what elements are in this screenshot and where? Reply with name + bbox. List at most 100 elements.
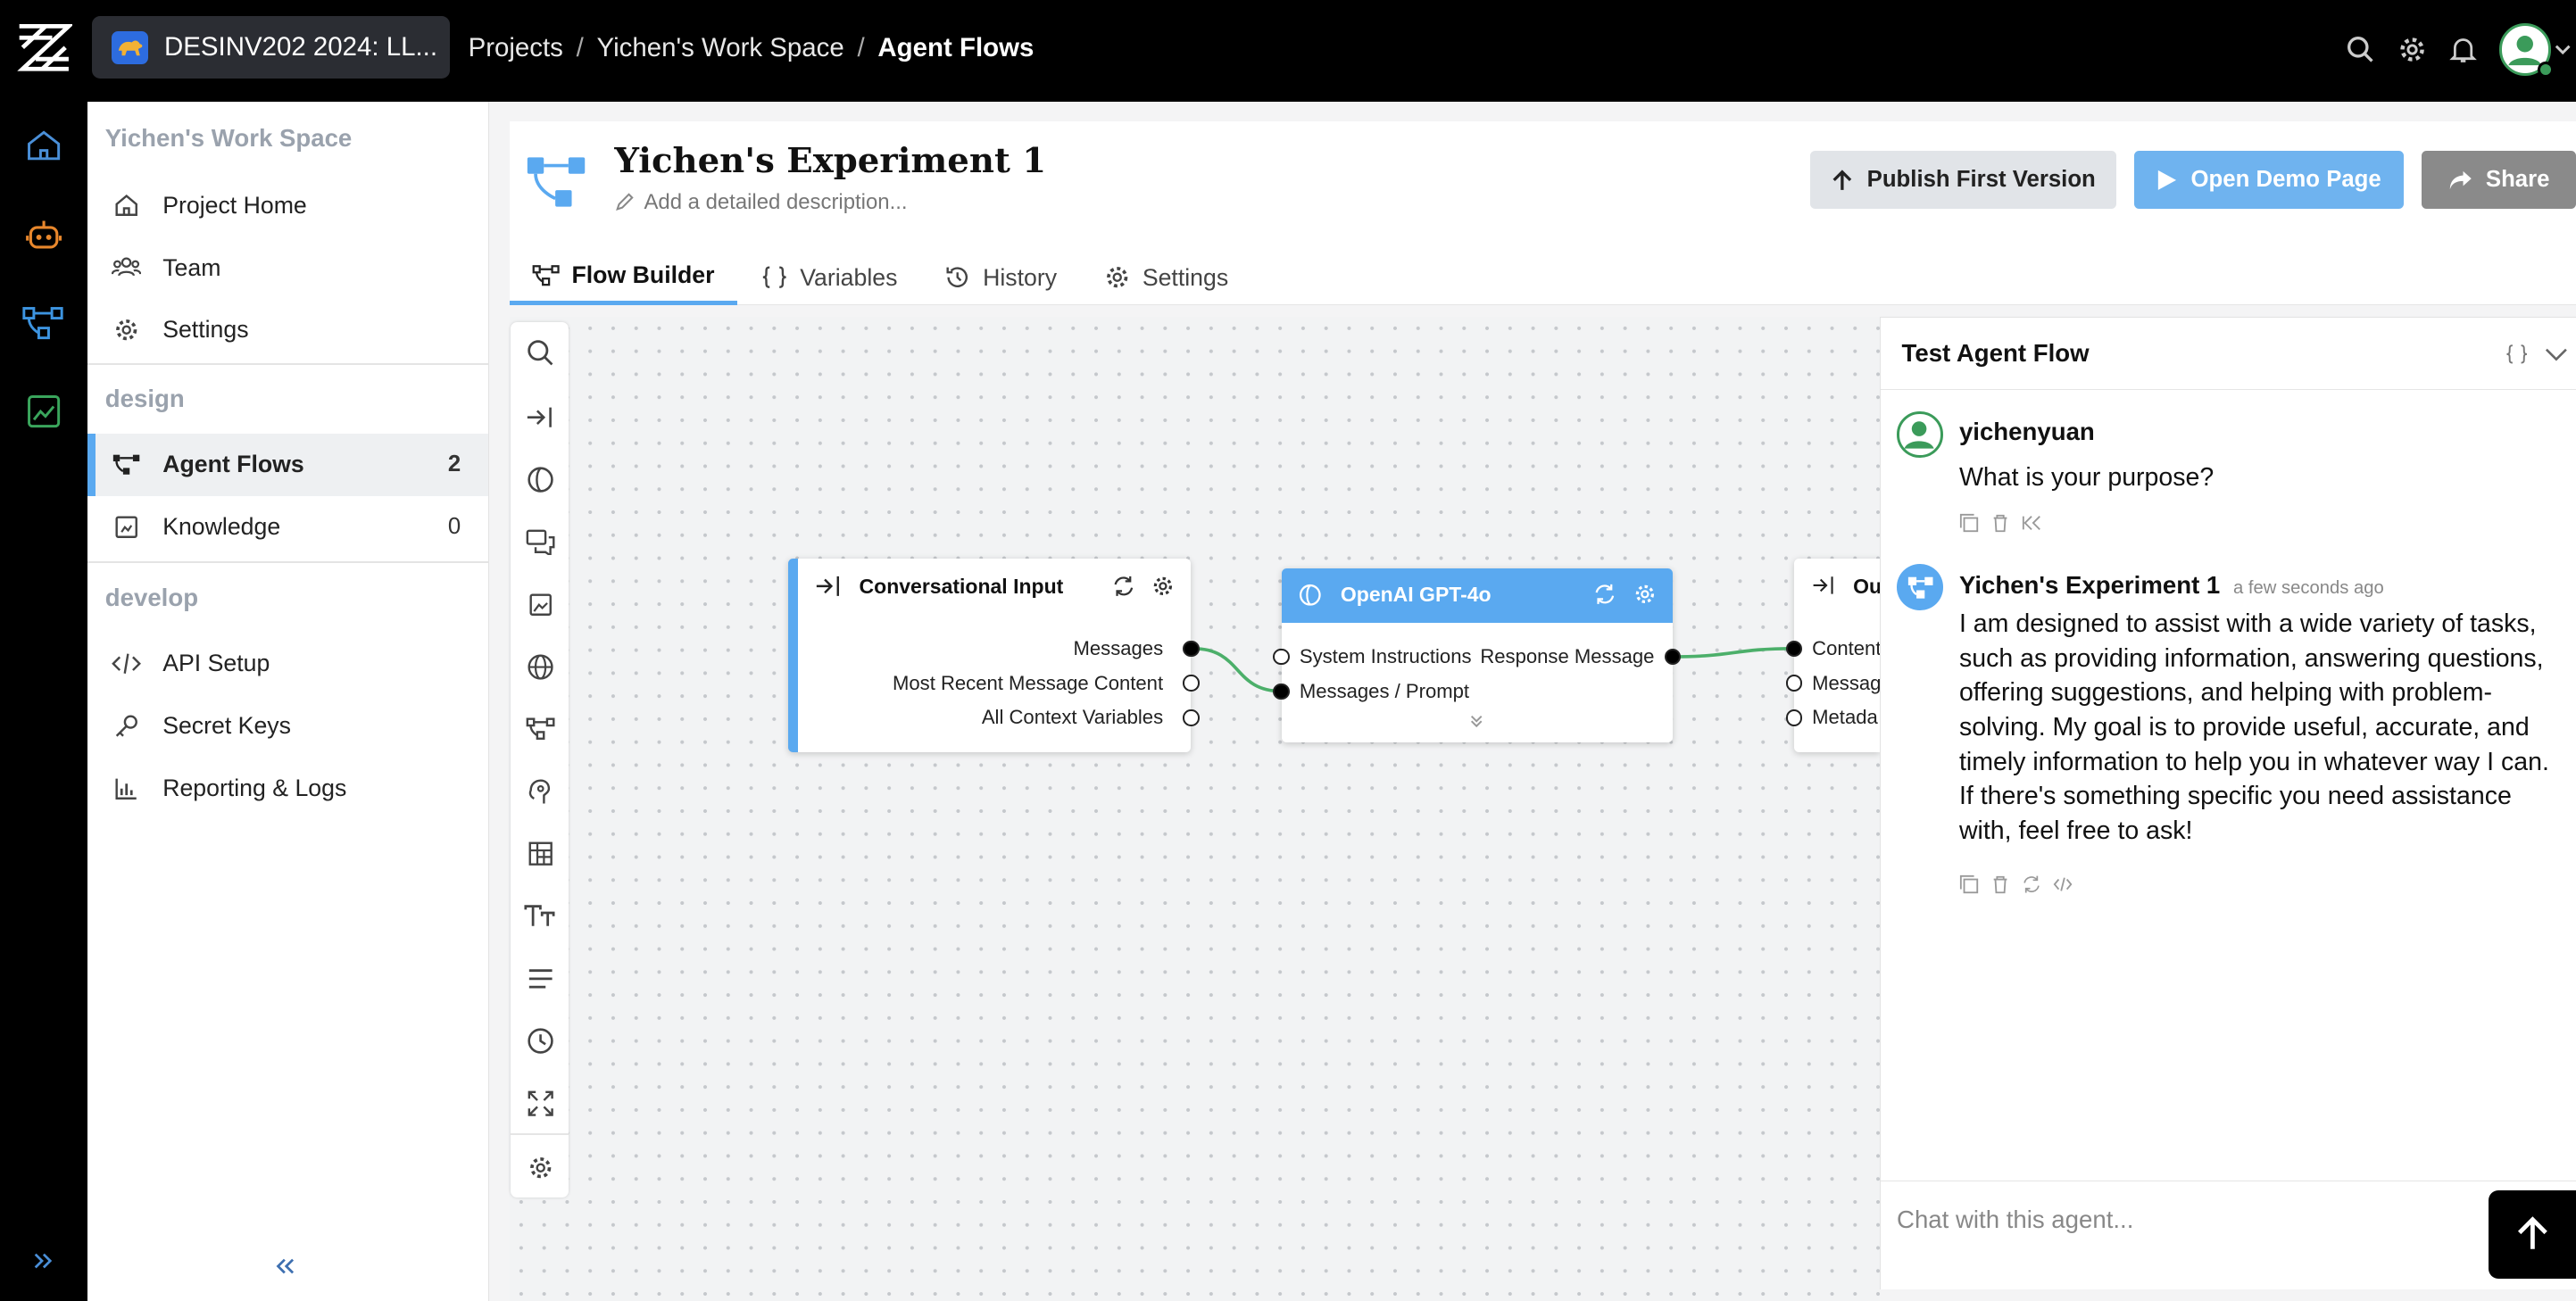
- sidebar-item-secret-keys[interactable]: Secret Keys: [87, 694, 489, 757]
- chart-icon: [112, 774, 141, 803]
- sidebar-item-label: Knowledge: [162, 513, 281, 541]
- copy-icon[interactable]: [1959, 874, 1979, 894]
- count-badge: 2: [447, 452, 461, 477]
- chat-input-area: [1880, 1181, 2576, 1289]
- port-label: Messages: [1073, 637, 1164, 660]
- share-icon: [2448, 170, 2473, 191]
- breadcrumb-separator: /: [857, 32, 865, 62]
- input-port-system-instructions[interactable]: [1273, 649, 1290, 666]
- port-label: Most Recent Message Content: [892, 671, 1164, 694]
- node-conversational-input[interactable]: Conversational Input Messages Most Recen…: [788, 558, 1192, 752]
- publish-button[interactable]: Publish First Version: [1810, 151, 2116, 209]
- port-label: Messag: [1812, 671, 1880, 694]
- message-actions: [1959, 513, 2041, 533]
- tab-label: Variables: [800, 263, 898, 291]
- share-button[interactable]: Share: [2422, 151, 2576, 209]
- breadcrumb-projects[interactable]: Projects: [469, 33, 563, 63]
- edge-messages-to-prompt[interactable]: [1192, 647, 1282, 693]
- output-port-context-variables[interactable]: [1183, 709, 1200, 726]
- app-rail: [0, 102, 87, 1301]
- open-demo-button[interactable]: Open Demo Page: [2133, 151, 2404, 209]
- tab-label: Settings: [1142, 263, 1229, 291]
- collapse-sidebar-icon[interactable]: [260, 1242, 309, 1291]
- data-icon[interactable]: [21, 389, 66, 434]
- chevron-down-icon[interactable]: [2551, 25, 2574, 74]
- sidebar-item-knowledge[interactable]: Knowledge 0: [87, 496, 489, 559]
- refresh-icon[interactable]: [1593, 583, 1616, 606]
- publish-label: Publish First Version: [1866, 167, 2096, 193]
- port-label: Response Message: [1480, 645, 1655, 668]
- tab-flow-builder[interactable]: Flow Builder: [509, 250, 738, 306]
- breadcrumb-separator: /: [576, 32, 584, 62]
- description-placeholder: Add a detailed description...: [644, 190, 908, 215]
- flow-canvas[interactable]: Conversational Input Messages Most Recen…: [509, 317, 1880, 1301]
- sidebar-item-project-home[interactable]: Project Home: [87, 174, 489, 236]
- project-selector[interactable]: DESINV202 2024: LL...: [92, 16, 451, 79]
- chevron-down-icon[interactable]: [2540, 337, 2573, 370]
- section-develop: develop: [104, 583, 199, 611]
- node-output[interactable]: Ou Content Messag Metada: [1793, 558, 1880, 752]
- pencil-icon: [614, 193, 635, 212]
- user-avatar: [1897, 411, 1943, 458]
- output-port-recent-message[interactable]: [1183, 675, 1200, 692]
- trash-icon[interactable]: [1990, 874, 2010, 894]
- flow-header: Yichen's Experiment 1 Add a detailed des…: [509, 121, 2576, 306]
- sidebar-item-label: Reporting & Logs: [162, 774, 347, 801]
- input-port-metadata[interactable]: [1785, 709, 1803, 726]
- user-avatar[interactable]: [2498, 22, 2554, 79]
- app-logo-icon[interactable]: [16, 20, 72, 76]
- rewind-icon[interactable]: [2022, 513, 2041, 533]
- description-field[interactable]: Add a detailed description...: [614, 190, 908, 215]
- home-icon[interactable]: [21, 123, 66, 168]
- expand-node-icon[interactable]: [1468, 713, 1484, 729]
- input-port-messages[interactable]: [1785, 675, 1803, 692]
- gear-icon: [1103, 263, 1131, 291]
- knowledge-icon: [112, 512, 141, 542]
- flow-icon[interactable]: [21, 301, 66, 345]
- breadcrumb-current: Agent Flows: [877, 32, 1035, 62]
- demo-label: Open Demo Page: [2190, 167, 2381, 193]
- sidebar-item-settings[interactable]: Settings: [87, 299, 489, 361]
- gear-icon[interactable]: [2387, 25, 2436, 74]
- input-port-messages-prompt[interactable]: [1273, 683, 1290, 700]
- tab-variables[interactable]: Variables: [737, 250, 920, 306]
- breadcrumb-workspace[interactable]: Yichen's Work Space: [597, 33, 844, 63]
- tab-history[interactable]: History: [920, 250, 1080, 306]
- braces-icon[interactable]: [2500, 337, 2533, 370]
- refresh-icon[interactable]: [1112, 575, 1135, 598]
- sidebar-item-reporting-logs[interactable]: Reporting & Logs: [87, 757, 489, 819]
- copy-icon[interactable]: [1959, 513, 1979, 533]
- count-badge: 0: [447, 514, 461, 540]
- expand-rail-icon[interactable]: [21, 1239, 66, 1283]
- team-icon: [112, 253, 142, 282]
- edge-response-to-content[interactable]: [1672, 647, 1794, 659]
- braces-icon: [760, 263, 788, 291]
- sidebar-item-team[interactable]: Team: [87, 236, 489, 299]
- flow-icon: [112, 450, 141, 479]
- output-port-messages[interactable]: [1183, 640, 1200, 658]
- bell-icon[interactable]: [2439, 25, 2488, 74]
- page-title[interactable]: Yichen's Experiment 1: [614, 141, 1046, 181]
- top-bar: DESINV202 2024: LL... Projects / Yichen'…: [0, 0, 2576, 103]
- chat-input[interactable]: [1897, 1201, 2456, 1238]
- search-icon[interactable]: [2336, 25, 2385, 74]
- port-label: All Context Variables: [981, 706, 1164, 729]
- trash-icon[interactable]: [1990, 513, 2010, 533]
- sidebar-item-api-setup[interactable]: API Setup: [87, 633, 489, 695]
- output-node-icon: [1812, 575, 1835, 596]
- node-title: Ou: [1853, 575, 1880, 599]
- code-icon[interactable]: [2053, 874, 2073, 894]
- sidebar-item-label: Project Home: [162, 191, 307, 219]
- node-openai-gpt4o[interactable]: OpenAI GPT-4o System Instructions Messag…: [1281, 568, 1673, 742]
- bot-icon[interactable]: [21, 213, 66, 258]
- top-actions: [2336, 22, 2576, 79]
- sidebar-item-agent-flows[interactable]: Agent Flows 2: [87, 433, 489, 496]
- history-icon: [943, 263, 971, 291]
- gear-icon[interactable]: [1151, 575, 1175, 598]
- gear-icon[interactable]: [1633, 583, 1657, 606]
- send-button[interactable]: [2488, 1189, 2576, 1279]
- regenerate-icon[interactable]: [2022, 874, 2041, 894]
- sidebar-item-label: Agent Flows: [162, 451, 304, 478]
- tab-settings[interactable]: Settings: [1080, 250, 1251, 306]
- tab-label: Flow Builder: [571, 261, 715, 289]
